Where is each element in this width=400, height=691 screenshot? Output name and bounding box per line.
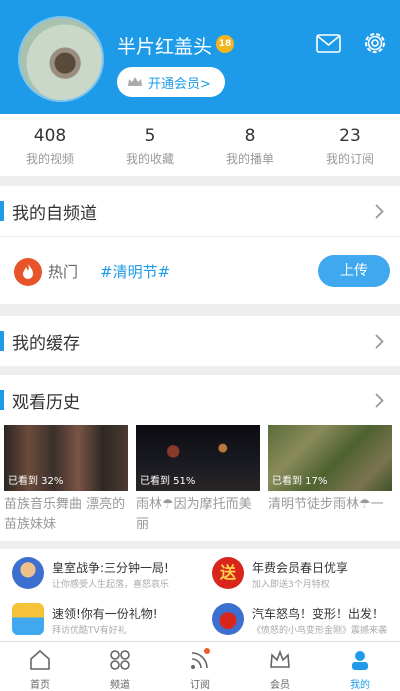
upload-button[interactable]: 上传	[318, 255, 390, 287]
promo-item[interactable]: 皇室战争:三分钟一局! 让你感受人生起落，喜怒哀乐	[0, 549, 200, 595]
stat-label: 我的播单	[225, 152, 274, 166]
stat-count: 23	[339, 126, 361, 146]
promo-item[interactable]: 送 年费会员春日优享 加入即送3个月特权	[200, 549, 400, 595]
person-icon	[352, 651, 368, 670]
promo-subtitle: 《愤怒的小鸟变形金刚》震撼来袭	[252, 626, 388, 636]
chevron-right-icon	[375, 204, 384, 219]
tab-label: 频道	[110, 680, 130, 691]
bottom-tab-bar: 首页 频道 订阅 会员 我的	[0, 641, 400, 691]
crown-icon	[128, 77, 142, 86]
my-channel-section: 我的自频道 热门 #清明节# 上传	[0, 186, 400, 304]
tab-label: 我的	[350, 680, 370, 691]
username[interactable]: 半片红盖头	[117, 32, 212, 59]
tab-vip[interactable]: 会员	[240, 642, 320, 691]
promo-subtitle: 让你感受人生起落，喜怒哀乐	[52, 580, 170, 590]
video-title[interactable]: 雨林☂因为摩托而美丽	[136, 495, 260, 537]
video-title[interactable]: 清明节徒步雨林☂一	[268, 495, 392, 537]
fire-icon	[14, 258, 42, 286]
section-title: 我的缓存	[12, 333, 80, 354]
grid-icon	[110, 650, 130, 670]
section-title: 观看历史	[12, 392, 80, 413]
watch-history-header[interactable]: 观看历史	[0, 375, 400, 425]
stat-my-subscriptions[interactable]: 23 我的订阅	[300, 114, 400, 176]
section-accent-bar	[0, 201, 4, 221]
channel-row: 热门 #清明节# 上传	[0, 236, 400, 304]
gift-badge-icon: 送	[212, 557, 244, 589]
tab-subscriptions[interactable]: 订阅	[160, 642, 240, 691]
promo-item[interactable]: 速领!你有一份礼物! 拜访优酷TV有好礼	[0, 595, 200, 641]
chevron-right-icon	[375, 393, 384, 408]
promo-title: 速领!你有一份礼物!	[52, 607, 158, 621]
gear-icon[interactable]	[362, 30, 388, 56]
stat-label: 我的收藏	[125, 152, 174, 166]
angry-bird-icon	[212, 603, 244, 635]
crown-icon	[270, 649, 290, 668]
tab-label: 订阅	[190, 680, 210, 691]
promo-subtitle: 加入即送3个月特权	[252, 580, 330, 590]
watch-progress: 已看到 32%	[8, 476, 64, 487]
stat-my-videos[interactable]: 408 我的视频	[0, 114, 100, 176]
hot-label[interactable]: 热门	[48, 261, 78, 282]
video-thumbnail[interactable]: 已看到 17%	[268, 425, 392, 491]
chevron-right-icon	[375, 334, 384, 349]
history-item[interactable]: 已看到 32% 苗族音乐舞曲 漂亮的苗族妹妹	[4, 425, 128, 537]
game-icon	[12, 557, 44, 589]
promo-title: 年费会员春日优享	[252, 561, 349, 575]
promo-title: 皇室战争:三分钟一局!	[52, 561, 169, 575]
watch-history-section: 观看历史 已看到 32% 苗族音乐舞曲 漂亮的苗族妹妹 已看到 51% 雨林☂因…	[0, 375, 400, 541]
profile-header: 半片红盖头 18 开通会员>	[0, 0, 400, 114]
stats-bar: 408 我的视频 5 我的收藏 8 我的播单 23 我的订阅	[0, 114, 400, 176]
avatar[interactable]	[18, 16, 104, 102]
stat-count: 5	[144, 126, 156, 146]
stat-my-playlists[interactable]: 8 我的播单	[200, 114, 300, 176]
tab-channels[interactable]: 频道	[80, 642, 160, 691]
video-thumbnail[interactable]: 已看到 51%	[136, 425, 260, 491]
promo-item[interactable]: 汽车怒鸟！变形！出发！ 《愤怒的小鸟变形金刚》震撼来袭	[200, 595, 400, 641]
topic-tag[interactable]: #清明节#	[100, 261, 170, 282]
gift-icon	[12, 603, 44, 635]
my-cache-header[interactable]: 我的缓存	[0, 316, 400, 366]
open-vip-button[interactable]: 开通会员>	[117, 67, 225, 97]
my-channel-header[interactable]: 我的自频道	[0, 186, 400, 236]
stat-my-favorites[interactable]: 5 我的收藏	[100, 114, 200, 176]
stat-count: 8	[244, 126, 256, 146]
section-title: 我的自频道	[12, 203, 97, 224]
tab-label: 会员	[270, 680, 290, 691]
history-list: 已看到 32% 苗族音乐舞曲 漂亮的苗族妹妹 已看到 51% 雨林☂因为摩托而美…	[0, 425, 400, 537]
promotions-grid: 皇室战争:三分钟一局! 让你感受人生起落，喜怒哀乐 送 年费会员春日优享 加入即…	[0, 549, 400, 641]
section-accent-bar	[0, 331, 4, 351]
video-thumbnail[interactable]: 已看到 32%	[4, 425, 128, 491]
tab-home[interactable]: 首页	[0, 642, 80, 691]
notification-dot	[204, 648, 210, 654]
mail-icon[interactable]	[316, 34, 341, 53]
watch-progress: 已看到 51%	[140, 476, 196, 487]
tab-label: 首页	[30, 680, 50, 691]
vip-level-badge: 18	[216, 35, 234, 53]
watch-progress: 已看到 17%	[272, 476, 328, 487]
stat-count: 408	[33, 126, 67, 146]
tab-mine[interactable]: 我的	[320, 642, 400, 691]
video-title[interactable]: 苗族音乐舞曲 漂亮的苗族妹妹	[4, 495, 128, 537]
history-item[interactable]: 已看到 17% 清明节徒步雨林☂一	[268, 425, 392, 537]
promo-subtitle: 拜访优酷TV有好礼	[52, 626, 127, 636]
stat-label: 我的订阅	[325, 152, 374, 166]
promo-title: 汽车怒鸟！变形！出发！	[252, 607, 385, 621]
open-vip-label: 开通会员>	[148, 76, 211, 92]
history-item[interactable]: 已看到 51% 雨林☂因为摩托而美丽	[136, 425, 260, 537]
home-icon	[30, 649, 50, 670]
section-accent-bar	[0, 390, 4, 410]
my-cache-section: 我的缓存	[0, 316, 400, 366]
stat-label: 我的视频	[25, 152, 74, 166]
